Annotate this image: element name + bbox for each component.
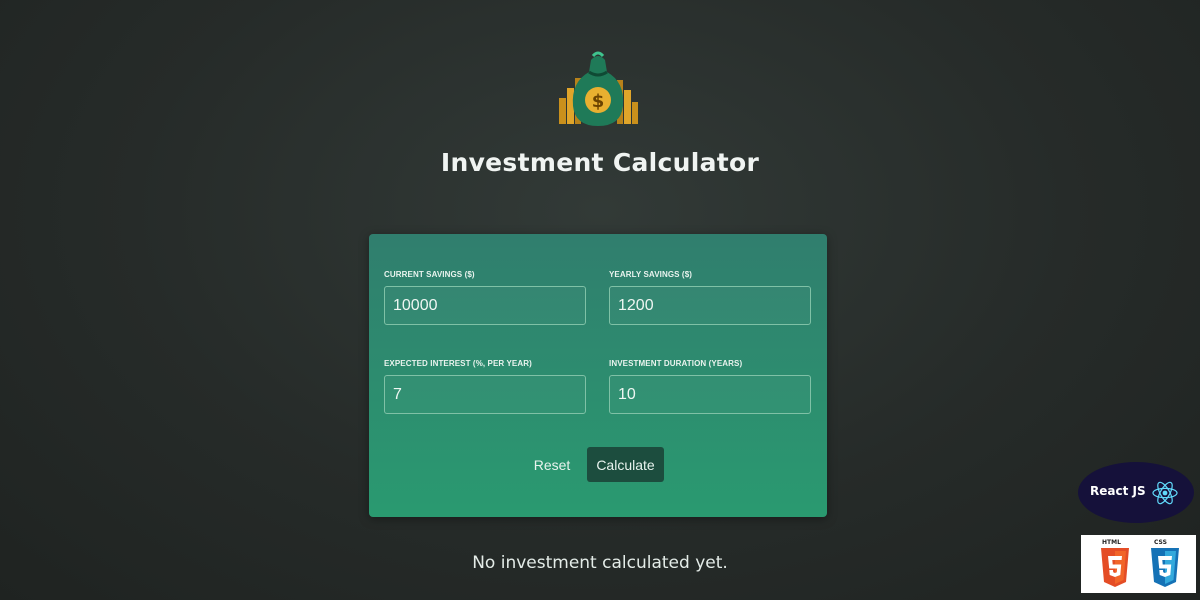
react-js-badge: React JS [1078,462,1194,523]
react-js-label: React JS [1090,484,1146,498]
yearly-savings-group: YEARLY SAVINGS ($) [609,270,811,325]
current-savings-label: CURRENT SAVINGS ($) [384,270,475,279]
react-atom-icon [1152,481,1178,505]
current-savings-group: CURRENT SAVINGS ($) [384,270,586,325]
expected-interest-label: EXPECTED INTEREST (%, PER YEAR) [384,359,532,368]
expected-interest-group: EXPECTED INTEREST (%, PER YEAR) [384,359,586,414]
html-css-badge: HTML CSS [1081,535,1196,593]
investment-duration-group: INVESTMENT DURATION (YEARS) [609,359,811,414]
calculate-button[interactable]: Calculate [587,447,664,482]
investment-duration-input[interactable] [609,375,811,414]
yearly-savings-label: YEARLY SAVINGS ($) [609,270,693,279]
calculator-form: CURRENT SAVINGS ($) YEARLY SAVINGS ($) E… [369,234,827,517]
expected-interest-input[interactable] [384,375,586,414]
investment-duration-label: INVESTMENT DURATION (YEARS) [609,359,743,368]
html-label: HTML [1102,539,1121,546]
yearly-savings-input[interactable] [609,286,811,325]
css-label: CSS [1154,539,1167,546]
svg-text:$: $ [592,91,605,112]
money-bag-icon: $ [555,50,641,128]
reset-button[interactable]: Reset [525,447,579,483]
html5-shield-icon [1101,548,1129,587]
page-title: Investment Calculator [440,148,760,177]
current-savings-input[interactable] [384,286,586,325]
css3-shield-icon [1151,548,1179,587]
result-status-text: No investment calculated yet. [472,553,728,573]
